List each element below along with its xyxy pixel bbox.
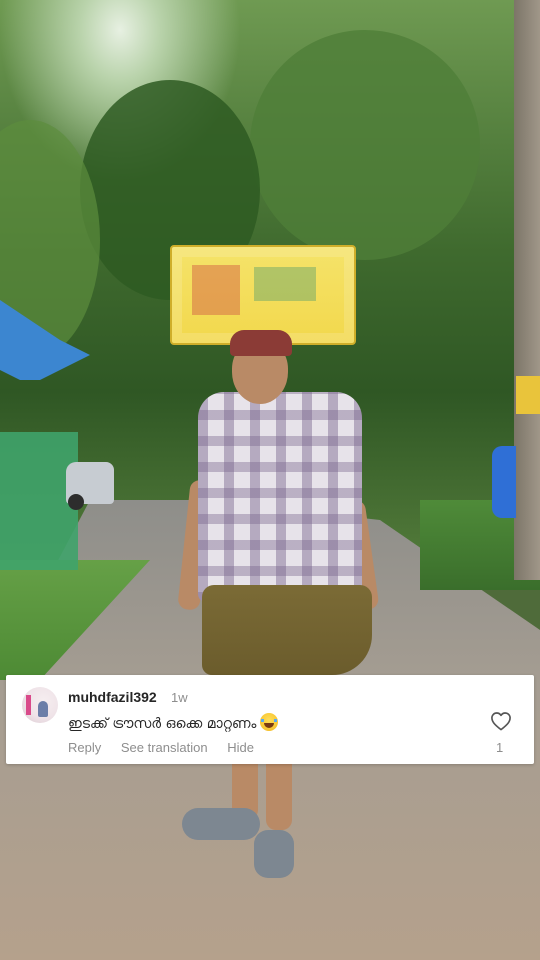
lungi bbox=[202, 585, 372, 675]
hide-button[interactable]: Hide bbox=[227, 740, 254, 755]
man-standing bbox=[177, 330, 390, 890]
laughing-emoji-icon bbox=[260, 713, 279, 731]
left-sandal bbox=[182, 808, 260, 840]
parked-car bbox=[66, 462, 114, 510]
comment-actions: Reply See translation Hide bbox=[68, 740, 270, 755]
comment-timestamp: 1w bbox=[171, 690, 188, 705]
head-cloth bbox=[230, 330, 292, 356]
comment-text: ഇടക്ക് ട്രൗസർ ഒക്കെ മാറ്റണം bbox=[68, 713, 279, 732]
heart-icon[interactable] bbox=[490, 711, 512, 731]
right-sandal bbox=[254, 830, 294, 878]
utility-pole bbox=[514, 0, 540, 580]
video-frame bbox=[0, 0, 540, 960]
comment-body: ഇടക്ക് ട്രൗസർ ഒക്കെ മാറ്റണം bbox=[68, 716, 257, 732]
comment-card: muhdfazil392 1w ഇടക്ക് ട്രൗസർ ഒക്കെ മാറ്… bbox=[6, 675, 534, 764]
avatar[interactable] bbox=[22, 687, 58, 723]
checked-shirt bbox=[198, 392, 362, 602]
blue-object-right bbox=[492, 446, 516, 518]
reply-button[interactable]: Reply bbox=[68, 740, 101, 755]
palm-foliage bbox=[250, 30, 480, 260]
like-count: 1 bbox=[496, 740, 504, 755]
see-translation-button[interactable]: See translation bbox=[121, 740, 208, 755]
comment-username[interactable]: muhdfazil392 bbox=[68, 689, 157, 705]
pole-sign bbox=[516, 376, 540, 414]
